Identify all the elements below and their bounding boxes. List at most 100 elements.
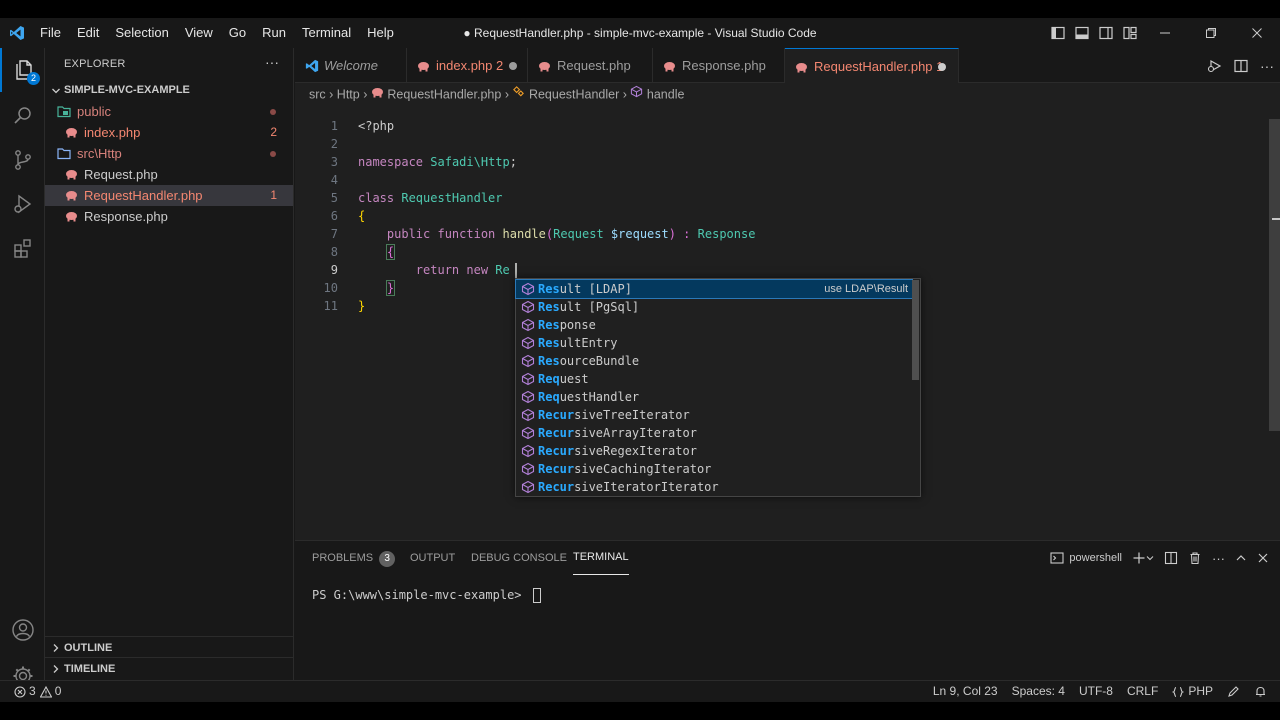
code-line-6: { xyxy=(358,209,366,223)
php-elephant-icon xyxy=(66,191,77,201)
panel-tab-debug-console[interactable]: DEBUG CONSOLE xyxy=(471,541,567,575)
tree-file-requesthandler[interactable]: RequestHandler.php 1 xyxy=(45,185,293,206)
warning-icon xyxy=(39,685,52,698)
error-icon xyxy=(14,685,26,698)
account-icon xyxy=(11,619,34,641)
code-line-9: return new Re xyxy=(415,263,510,277)
indentation[interactable]: Spaces: 4 xyxy=(1005,681,1072,702)
explorer-more-actions[interactable]: ··· xyxy=(265,54,279,70)
suggestion-item[interactable]: Result [PgSql] xyxy=(516,298,912,316)
trash-icon[interactable] xyxy=(1183,551,1207,565)
suggestion-scrollbar[interactable] xyxy=(912,280,919,380)
terminal-shell-selector[interactable]: powershell xyxy=(1045,551,1127,565)
tab-label: index.php 2 xyxy=(436,58,504,73)
breadcrumb-method[interactable]: handle xyxy=(647,88,685,102)
class-cube-icon xyxy=(521,426,535,440)
breadcrumb-file[interactable]: RequestHandler.php xyxy=(387,88,501,102)
folder-icon xyxy=(57,106,71,118)
more-actions-icon[interactable]: ··· xyxy=(1207,551,1230,566)
tab-label: Response.php xyxy=(682,58,766,73)
notifications-bell-icon[interactable] xyxy=(1247,685,1274,698)
code-line-10: } xyxy=(385,280,396,296)
extensions-activity[interactable] xyxy=(0,226,45,270)
folder-icon xyxy=(57,148,71,160)
editor-scrollbar[interactable] xyxy=(1269,119,1280,431)
line-number: 1 xyxy=(330,119,338,133)
problems-status[interactable]: 3 0 xyxy=(14,681,61,702)
line-endings[interactable]: CRLF xyxy=(1120,681,1165,702)
explorer-activity[interactable]: 2 xyxy=(0,48,45,92)
terminal-output[interactable]: PS G:\www\simple-mvc-example> xyxy=(312,588,541,603)
source-control-activity[interactable] xyxy=(0,138,45,182)
split-terminal-icon[interactable] xyxy=(1159,551,1183,565)
activity-bar: 2 xyxy=(0,48,45,686)
run-debug-activity[interactable] xyxy=(0,182,45,226)
new-terminal-icon[interactable] xyxy=(1127,551,1159,565)
unsaved-dot[interactable] xyxy=(938,63,946,71)
accounts-activity[interactable] xyxy=(0,608,45,652)
restore-icon[interactable] xyxy=(1188,18,1234,48)
search-activity[interactable] xyxy=(0,94,45,138)
vscode-logo-icon xyxy=(305,59,319,73)
timeline-section[interactable]: TIMELINE xyxy=(45,657,293,679)
breadcrumb-class[interactable]: RequestHandler xyxy=(529,88,619,102)
tab-response-php[interactable]: Response.php xyxy=(653,48,785,83)
suggestion-item[interactable]: RecursiveTreeIterator xyxy=(516,406,912,424)
panel-tab-terminal[interactable]: TERMINAL xyxy=(573,541,629,575)
tree-folder-public[interactable]: public xyxy=(45,101,293,122)
project-folder-header[interactable]: SIMPLE-MVC-EXAMPLE xyxy=(45,80,293,101)
suggestion-item[interactable]: RequestHandler xyxy=(516,388,912,406)
close-panel-icon[interactable] xyxy=(1252,552,1274,564)
tab-requesthandler-php[interactable]: RequestHandler.php 1 xyxy=(785,48,959,84)
explorer-sidebar: EXPLORER ··· SIMPLE-MVC-EXAMPLE public i… xyxy=(45,48,294,680)
outline-section[interactable]: OUTLINE xyxy=(45,636,293,658)
split-editor-icon[interactable] xyxy=(1228,58,1254,74)
suggestion-item[interactable]: RecursiveArrayIterator xyxy=(516,424,912,442)
class-cube-icon xyxy=(521,408,535,422)
suggestion-item[interactable]: Result [LDAP] use LDAP\Result xyxy=(515,279,913,299)
suggestion-item[interactable]: ResourceBundle xyxy=(516,352,912,370)
toggle-panel-icon[interactable] xyxy=(1070,18,1094,48)
suggestion-item[interactable]: ResultEntry xyxy=(516,334,912,352)
chevron-right-icon xyxy=(53,644,59,652)
close-window-icon[interactable] xyxy=(1234,18,1280,48)
unsaved-dot[interactable] xyxy=(509,62,517,70)
class-cube-icon xyxy=(521,462,535,476)
maximize-panel-icon[interactable] xyxy=(1230,552,1252,564)
minimize-icon[interactable] xyxy=(1142,18,1188,48)
panel-tab-problems[interactable]: PROBLEMS 3 xyxy=(312,541,396,575)
suggestion-item[interactable]: Response xyxy=(516,316,912,334)
tab-index-php[interactable]: index.php 2 xyxy=(407,48,528,83)
tree-file-response[interactable]: Response.php xyxy=(45,206,293,227)
status-right: Ln 9, Col 23 Spaces: 4 UTF-8 CRLF PHP xyxy=(926,681,1274,702)
titlebar-controls xyxy=(1046,18,1280,48)
breadcrumb: src › Http › RequestHandler.php › Reques… xyxy=(309,83,684,105)
tree-file-request[interactable]: Request.php xyxy=(45,164,293,185)
breadcrumb-src[interactable]: src xyxy=(309,88,326,102)
run-file-icon[interactable] xyxy=(1202,58,1228,74)
breadcrumb-http[interactable]: Http xyxy=(337,88,360,102)
customize-layout-icon[interactable] xyxy=(1118,18,1142,48)
tab-request-php[interactable]: Request.php xyxy=(528,48,653,83)
tree-file-index[interactable]: index.php 2 xyxy=(45,122,293,143)
tree-folder-src-http[interactable]: src\Http xyxy=(45,143,293,164)
php-elephant-icon xyxy=(371,88,383,98)
suggestion-item[interactable]: Request xyxy=(516,370,912,388)
feedback-icon[interactable] xyxy=(1220,685,1247,698)
toggle-primary-sidebar-icon[interactable] xyxy=(1046,18,1070,48)
suggestion-item[interactable]: RecursiveRegexIterator xyxy=(516,442,912,460)
language-mode[interactable]: PHP xyxy=(1165,681,1220,702)
panel-tab-output[interactable]: OUTPUT xyxy=(410,541,455,575)
cursor-position[interactable]: Ln 9, Col 23 xyxy=(926,681,1005,702)
minimap[interactable] xyxy=(1272,218,1280,220)
toggle-secondary-sidebar-icon[interactable] xyxy=(1094,18,1118,48)
more-actions-icon[interactable]: ··· xyxy=(1254,58,1280,74)
code-line-8: { xyxy=(385,244,396,260)
suggestion-item[interactable]: RecursiveCachingIterator xyxy=(516,460,912,478)
line-number: 6 xyxy=(330,209,338,223)
extensions-icon xyxy=(13,239,31,258)
class-cube-icon xyxy=(521,354,535,368)
suggestion-item[interactable]: RecursiveIteratorIterator xyxy=(516,478,912,496)
encoding[interactable]: UTF-8 xyxy=(1072,681,1120,702)
tab-welcome[interactable]: Welcome xyxy=(295,48,407,83)
